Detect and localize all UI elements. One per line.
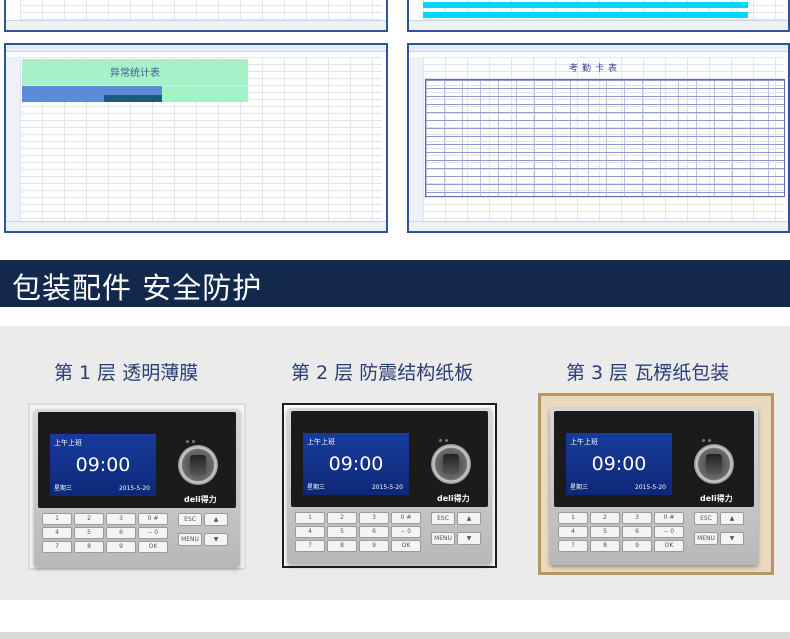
key-1: 1 bbox=[42, 513, 72, 525]
screen-day: 星期三 bbox=[307, 484, 326, 491]
section-banner: 包装配件 安全防护 bbox=[0, 260, 790, 307]
key-menu: MENU bbox=[178, 533, 202, 546]
screen-date: 2015-5-20 bbox=[371, 484, 403, 491]
sheet-table-block bbox=[425, 79, 785, 197]
sheet-title-cell: 异常统计表 bbox=[22, 59, 248, 85]
screen-day: 星期三 bbox=[54, 485, 73, 492]
key-7: 7 bbox=[42, 541, 72, 553]
device-screen: 上午上班 09:00 星期三 2015-5-20 bbox=[566, 433, 672, 495]
arrow-down-icon: ▼ bbox=[720, 532, 744, 545]
layer-1-title: 第 1 层 透明薄膜 bbox=[54, 362, 199, 384]
key-2: 2 bbox=[74, 513, 104, 525]
screen-date: 2015-5-20 bbox=[634, 484, 666, 491]
key-9: 9 bbox=[622, 540, 652, 552]
screen-time: 09:00 bbox=[328, 453, 384, 475]
key-8: 8 bbox=[590, 540, 620, 552]
key-esc: ESC bbox=[694, 512, 718, 525]
key-5: 5 bbox=[327, 526, 357, 538]
sheet-attendance-card: 考勤卡表 bbox=[407, 43, 790, 233]
arrow-up-icon: ▲ bbox=[457, 512, 481, 525]
attendance-device: 上午上班 09:00 星期三 2015-5-20 deli得力 1 2 3 0 … bbox=[550, 408, 758, 565]
key-2: 2 bbox=[327, 512, 357, 524]
key-4: 4 bbox=[42, 527, 72, 539]
key-menu: MENU bbox=[431, 532, 455, 545]
key-9: 9 bbox=[106, 541, 136, 553]
device-screen: 上午上班 09:00 星期三 2015-5-20 bbox=[50, 434, 156, 496]
banner-title: 包装配件 安全防护 bbox=[12, 271, 263, 305]
key-8: 8 bbox=[327, 540, 357, 552]
key-6: 6 bbox=[622, 526, 652, 538]
screen-time: 09:00 bbox=[591, 453, 647, 475]
key-6: 6 bbox=[359, 526, 389, 538]
key-0: 0 # bbox=[391, 512, 421, 524]
key-7: 7 bbox=[295, 540, 325, 552]
fingerprint-sensor-icon bbox=[431, 444, 471, 484]
key-8: 8 bbox=[74, 541, 104, 553]
layer-2-title: 第 2 层 防震结构纸板 bbox=[291, 362, 474, 384]
key-5: 5 bbox=[74, 527, 104, 539]
key-2: 2 bbox=[590, 512, 620, 524]
sheet-header-dark bbox=[104, 95, 162, 102]
key-1: 1 bbox=[558, 512, 588, 524]
sheet-title: 异常统计表 bbox=[110, 68, 160, 79]
arrow-up-icon: ▲ bbox=[204, 513, 228, 526]
sheet-top-left bbox=[4, 0, 388, 32]
screen-title: 上午上班 bbox=[54, 439, 82, 447]
screen-date: 2015-5-20 bbox=[118, 485, 150, 492]
key-5: 5 bbox=[590, 526, 620, 538]
sheet-title: 考勤卡表 bbox=[569, 64, 622, 74]
fingerprint-sensor-icon bbox=[178, 445, 218, 485]
arrow-up-icon: ▲ bbox=[720, 512, 744, 525]
brand-logo: deli得力 bbox=[437, 494, 470, 503]
device-screen: 上午上班 09:00 星期三 2015-5-20 bbox=[303, 433, 409, 495]
key-3: 3 bbox=[106, 513, 136, 525]
attendance-device: 上午上班 09:00 星期三 2015-5-20 deli得力 1 2 3 0 … bbox=[287, 408, 492, 564]
attendance-device: 上午上班 09:00 星期三 2015-5-20 deli得力 1 2 3 0 … bbox=[34, 409, 240, 567]
key-4: 4 bbox=[558, 526, 588, 538]
key-ok: OK bbox=[138, 541, 168, 553]
key-6: 6 bbox=[106, 527, 136, 539]
key-3: 3 bbox=[622, 512, 652, 524]
key-4: 4 bbox=[295, 526, 325, 538]
brand-logo: deli得力 bbox=[184, 495, 217, 504]
screen-time: 09:00 bbox=[75, 454, 131, 476]
key-esc: ESC bbox=[431, 512, 455, 525]
key-ok: OK bbox=[391, 540, 421, 552]
key-3: 3 bbox=[359, 512, 389, 524]
key-minus: -- 0 bbox=[391, 526, 421, 538]
arrow-down-icon: ▼ bbox=[204, 533, 228, 546]
key-9: 9 bbox=[359, 540, 389, 552]
sheet-top-right bbox=[407, 0, 790, 32]
screen-day: 星期三 bbox=[570, 484, 589, 491]
key-7: 7 bbox=[558, 540, 588, 552]
screen-title: 上午上班 bbox=[570, 438, 598, 446]
fingerprint-sensor-icon bbox=[694, 444, 734, 484]
key-1: 1 bbox=[295, 512, 325, 524]
bottom-divider bbox=[0, 632, 790, 639]
key-minus: -- 0 bbox=[138, 527, 168, 539]
key-0: 0 # bbox=[654, 512, 684, 524]
key-minus: -- 0 bbox=[654, 526, 684, 538]
sheet-exception-stats: 异常统计表 bbox=[4, 43, 388, 233]
key-menu: MENU bbox=[694, 532, 718, 545]
key-esc: ESC bbox=[178, 513, 202, 526]
key-0: 0 # bbox=[138, 513, 168, 525]
key-ok: OK bbox=[654, 540, 684, 552]
layer-3-title: 第 3 层 瓦楞纸包装 bbox=[566, 362, 730, 384]
arrow-down-icon: ▼ bbox=[457, 532, 481, 545]
brand-logo: deli得力 bbox=[700, 494, 733, 503]
screen-title: 上午上班 bbox=[307, 438, 335, 446]
